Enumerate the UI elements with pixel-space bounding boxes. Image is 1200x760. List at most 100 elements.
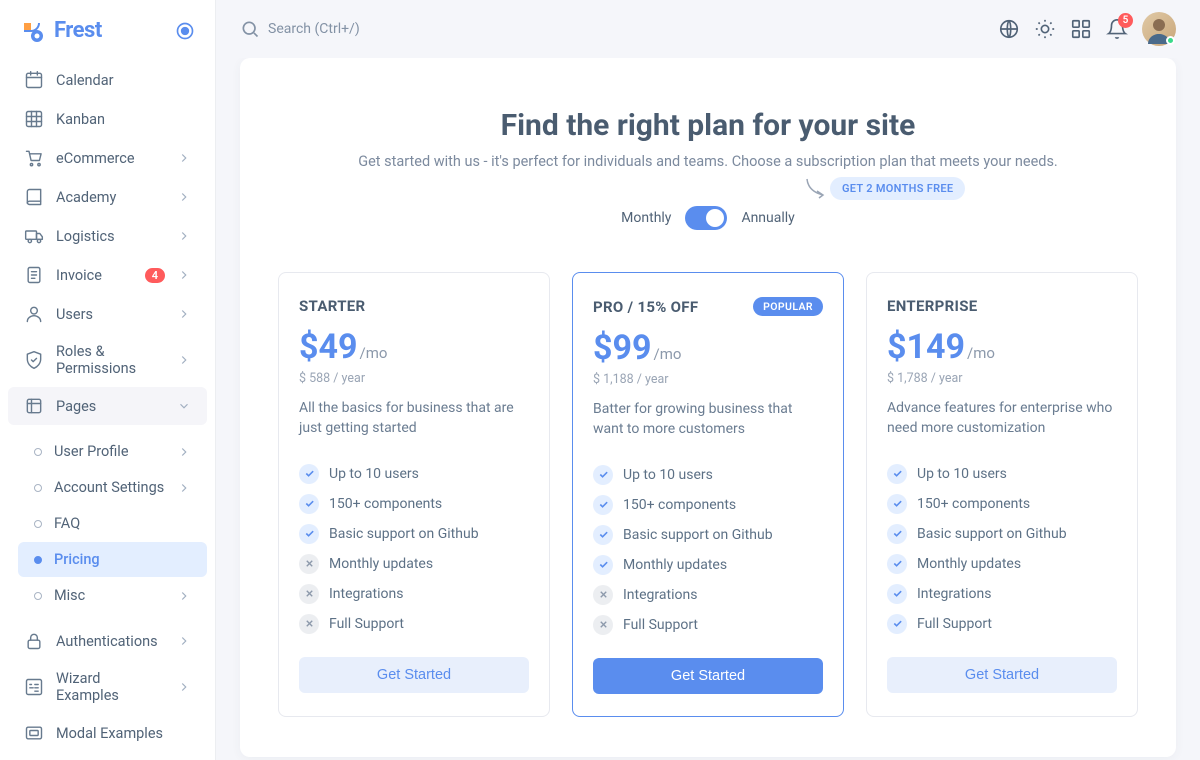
sidebar-item-authentications[interactable]: Authentications (8, 622, 207, 660)
feature-text: Up to 10 users (917, 466, 1007, 482)
plan-description: All the basics for business that are jus… (299, 398, 529, 439)
search-icon (240, 19, 260, 39)
feature-row: 150+ components (299, 489, 529, 519)
sidebar-item-label: Users (56, 306, 165, 323)
sidebar-item-pricing[interactable]: Pricing (18, 542, 207, 577)
toggle-monthly-label[interactable]: Monthly (621, 210, 671, 226)
check-icon (887, 524, 907, 544)
feature-text: 150+ components (623, 497, 736, 513)
plan-price: $49 (299, 327, 358, 367)
notifications-button[interactable]: 5 (1106, 18, 1128, 40)
sidebar-item-label: Invoice (56, 267, 133, 284)
feature-row: Basic support on Github (887, 519, 1117, 549)
status-dot (1166, 36, 1175, 45)
bullet-icon (34, 484, 42, 492)
chevron-right-icon (177, 353, 191, 367)
x-icon (299, 584, 319, 604)
lock-icon (24, 631, 44, 651)
badge: 4 (145, 268, 165, 283)
sidebar-item-user-profile[interactable]: User Profile (18, 434, 207, 469)
feature-row: Basic support on Github (299, 519, 529, 549)
feature-text: Monthly updates (917, 556, 1021, 572)
sidebar-item-account-settings[interactable]: Account Settings (18, 470, 207, 505)
sidebar-item-modal-examples[interactable]: Modal Examples (8, 714, 207, 752)
sidebar-item-misc[interactable]: Misc (18, 578, 207, 613)
sidebar: Frest Calendar KanbaneCommerce Academy Logi… (0, 0, 216, 760)
apps-icon[interactable] (1070, 18, 1092, 40)
logo[interactable]: Frest (0, 0, 215, 57)
sidebar-item-label: FAQ (54, 515, 191, 532)
feature-text: Basic support on Github (623, 527, 773, 543)
sidebar-item-kanban[interactable]: Kanban (8, 100, 207, 138)
check-icon (593, 465, 613, 485)
plan-price-unit: /mo (654, 345, 682, 363)
theme-icon[interactable] (1034, 18, 1056, 40)
feature-row: Up to 10 users (887, 459, 1117, 489)
get-started-button[interactable]: Get Started (887, 657, 1117, 693)
feature-row: Integrations (593, 580, 823, 610)
plan-price: $99 (593, 328, 652, 368)
feature-row: Up to 10 users (593, 460, 823, 490)
check-icon (887, 464, 907, 484)
steps-icon (24, 677, 44, 697)
page-subtitle: Get started with us - it's perfect for i… (278, 153, 1138, 170)
feature-text: Up to 10 users (623, 467, 713, 483)
calendar-icon (24, 70, 44, 90)
plan-price-unit: /mo (967, 344, 995, 362)
feature-text: 150+ components (329, 496, 442, 512)
sidebar-item-wizard-examples[interactable]: Wizard Examples (8, 661, 207, 713)
sidebar-item-label: Modal Examples (56, 725, 191, 742)
sidebar-item-roles-permissions[interactable]: Roles & Permissions (8, 334, 207, 386)
grid-icon (24, 109, 44, 129)
plan-pro: PRO / 15% OFFPOPULAR$99/mo$ 1,188 / year… (572, 272, 844, 717)
sidebar-item-academy[interactable]: Academy (8, 178, 207, 216)
plan-name: STARTER (299, 297, 365, 315)
collapse-sidebar-icon[interactable] (175, 21, 195, 41)
feature-row: Monthly updates (593, 550, 823, 580)
sidebar-item-label: Calendar (56, 72, 191, 89)
search-button[interactable]: Search (Ctrl+/) (240, 19, 360, 39)
language-icon[interactable] (998, 18, 1020, 40)
sidebar-item-pages[interactable]: Pages (8, 387, 207, 425)
sidebar-item-label: Account Settings (54, 479, 165, 496)
feature-row: Monthly updates (887, 549, 1117, 579)
chevron-right-icon (177, 190, 191, 204)
chevron-right-icon (177, 481, 191, 495)
sidebar-item-invoice[interactable]: Invoice 4 (8, 256, 207, 294)
sidebar-item-label: Academy (56, 189, 165, 206)
search-placeholder: Search (Ctrl+/) (268, 21, 360, 37)
sidebar-item-calendar[interactable]: Calendar (8, 61, 207, 99)
plan-starter: STARTER$49/mo$ 588 / yearAll the basics … (278, 272, 550, 717)
avatar[interactable] (1142, 12, 1176, 46)
billing-switch[interactable] (685, 206, 727, 230)
chevron-down-icon (177, 399, 191, 413)
feature-text: Basic support on Github (329, 526, 479, 542)
check-icon (299, 464, 319, 484)
plan-name: PRO / 15% OFF (593, 298, 698, 316)
get-started-button[interactable]: Get Started (299, 657, 529, 693)
modal-icon (24, 723, 44, 743)
check-icon (299, 524, 319, 544)
feature-text: Basic support on Github (917, 526, 1067, 542)
feature-row: Full Support (299, 609, 529, 639)
sidebar-item-faq[interactable]: FAQ (18, 506, 207, 541)
chevron-right-icon (177, 445, 191, 459)
check-icon (593, 525, 613, 545)
feature-text: 150+ components (917, 496, 1030, 512)
sidebar-item-logistics[interactable]: Logistics (8, 217, 207, 255)
chevron-right-icon (177, 151, 191, 165)
feature-row: Basic support on Github (593, 520, 823, 550)
sidebar-item-ecommerce[interactable]: eCommerce (8, 139, 207, 177)
x-icon (299, 554, 319, 574)
feature-row: Monthly updates (299, 549, 529, 579)
topbar: Search (Ctrl+/) 5 (216, 0, 1200, 58)
get-started-button[interactable]: Get Started (593, 658, 823, 694)
toggle-annually-label[interactable]: Annually (741, 210, 794, 226)
chevron-right-icon (177, 307, 191, 321)
page-title: Find the right plan for your site (278, 108, 1138, 143)
file-icon (24, 265, 44, 285)
sidebar-item-users[interactable]: Users (8, 295, 207, 333)
notifications-badge: 5 (1118, 13, 1133, 28)
logo-icon (20, 19, 44, 43)
sidebar-item-label: Roles & Permissions (56, 343, 165, 377)
